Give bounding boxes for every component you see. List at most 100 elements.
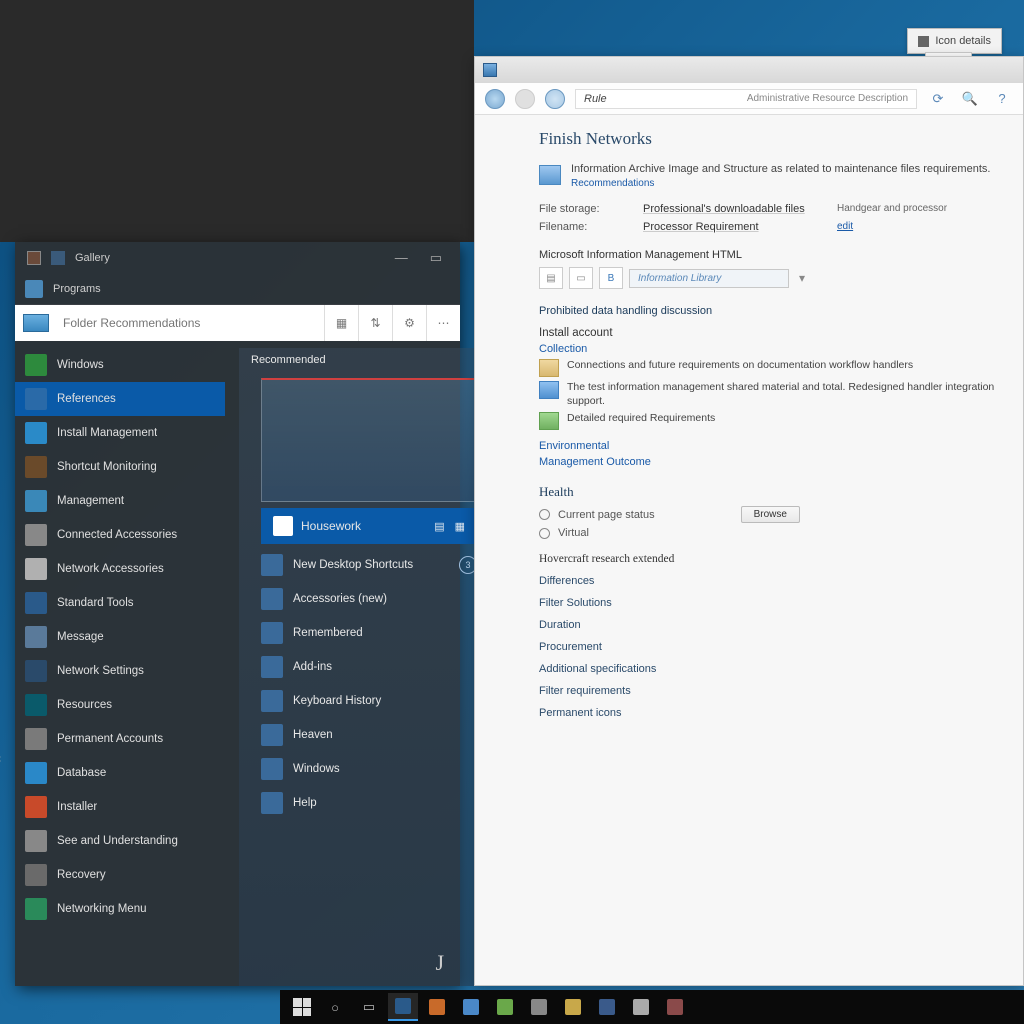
app-item-0[interactable]: Windows [15,348,225,382]
taskbar-app-7[interactable] [592,993,622,1021]
tile-row-0[interactable]: New Desktop Shortcuts3 [239,548,499,582]
list-item-4[interactable]: Additional specifications [539,663,997,675]
taskbar-app-6[interactable] [558,993,588,1021]
tool-button-2[interactable]: ▭ [569,267,593,289]
app-icon [25,864,47,886]
mgmt-link[interactable]: Management Outcome [539,456,997,468]
tile-row-3[interactable]: Add-ins [239,650,499,684]
startmenu-title: Gallery [75,252,110,264]
radio-1[interactable] [539,509,550,520]
list-item-0[interactable]: Differences [539,575,997,587]
env-link[interactable]: Environmental [539,440,609,452]
taskbar-app-4[interactable] [490,993,520,1021]
app5-icon [531,999,547,1015]
app-icon [25,490,47,512]
app-item-14[interactable]: See and Understanding [15,824,225,858]
search-icon[interactable]: 🔍 [959,88,981,110]
app-item-11[interactable]: Permanent Accounts [15,722,225,756]
app-label: Message [57,631,104,643]
app-icon [25,626,47,648]
taskbar-app-5[interactable] [524,993,554,1021]
tile-label: Help [293,797,317,809]
info-icon [918,36,929,47]
app-item-5[interactable]: Connected Accessories [15,518,225,552]
tool-dropdown[interactable]: Information Library [629,269,789,288]
app-item-7[interactable]: Standard Tools [15,586,225,620]
tile-action-1-icon[interactable]: ▤ [434,520,444,533]
chevron-down-icon[interactable]: ▾ [795,271,809,285]
tile-highlight[interactable]: Housework ▤ ▦ [261,508,477,544]
app-label: Networking Menu [57,903,146,915]
browse-button[interactable]: Browse [741,506,800,523]
tile-row-7[interactable]: Help [239,786,499,820]
tile-icon [261,758,283,780]
taskview-icon[interactable]: ▭ [354,993,384,1021]
app-item-8[interactable]: Message [15,620,225,654]
app-item-10[interactable]: Resources [15,688,225,722]
tile-row-6[interactable]: Windows [239,752,499,786]
app-item-6[interactable]: Network Accessories [15,552,225,586]
grid-value-1: Processor Requirement [643,221,823,233]
app-icon [25,898,47,920]
cp-intro-link[interactable]: Recommendations [571,178,654,189]
section-accounts-sublink[interactable]: Collection [539,343,997,355]
app8-icon [633,999,649,1015]
corner-letter: J [435,950,444,976]
section-accounts-header: Install account [539,327,997,339]
app-icon [25,354,47,376]
list-item-6[interactable]: Permanent icons [539,707,997,719]
app-item-16[interactable]: Networking Menu [15,892,225,926]
tile-row-5[interactable]: Heaven [239,718,499,752]
list-item-3[interactable]: Procurement [539,641,997,653]
taskbar-app-2[interactable] [422,993,452,1021]
refresh-button[interactable]: ⟳ [927,88,949,110]
tile-label: Keyboard History [293,695,381,707]
app-item-2[interactable]: Install Management [15,416,225,450]
taskbar-app-9[interactable] [660,993,690,1021]
tile-row-1[interactable]: Accessories (new) [239,582,499,616]
sort-button[interactable]: ⇅ [358,305,392,341]
taskbar-app-1[interactable] [388,993,418,1021]
app-item-4[interactable]: Management [15,484,225,518]
search-taskbar-icon[interactable]: ○ [320,993,350,1021]
taskbar-app-3[interactable] [456,993,486,1021]
settings-button[interactable]: ⚙ [392,305,426,341]
search-input[interactable] [57,305,324,341]
grid-extra-1[interactable]: edit [837,221,997,233]
breadcrumb-1[interactable]: Rule [584,93,607,105]
tool-button-1[interactable]: ▤ [539,267,563,289]
radio-2[interactable] [539,528,550,539]
minimize-button[interactable]: — [389,248,414,268]
list-item-5[interactable]: Filter requirements [539,685,997,697]
up-button[interactable] [545,89,565,109]
maximize-button[interactable]: ▭ [424,248,448,268]
user-tab-row[interactable]: Programs [15,274,460,305]
app-label: Install Management [57,427,157,439]
breadcrumb-2[interactable]: Administrative Resource Description [747,93,908,104]
tile-row-4[interactable]: Keyboard History [239,684,499,718]
app-item-9[interactable]: Network Settings [15,654,225,688]
help-icon[interactable]: ? [991,88,1013,110]
tile-row-2[interactable]: Remembered [239,616,499,650]
app-item-1[interactable]: References [15,382,225,416]
list-item-1[interactable]: Filter Solutions [539,597,997,609]
start-button[interactable] [288,993,316,1021]
cp-titlebar[interactable] [475,57,1023,83]
tool-button-3[interactable]: B [599,267,623,289]
forward-button[interactable] [515,89,535,109]
list-item-2[interactable]: Duration [539,619,997,631]
opt-label: Current page status [558,509,655,521]
more-button[interactable]: ⋯ [426,305,460,341]
view-toggle-button[interactable]: ▦ [324,305,358,341]
tile-large-1[interactable] [261,378,477,502]
grid-icon[interactable]: ▦ [455,520,465,533]
taskbar-app-8[interactable] [626,993,656,1021]
app-item-3[interactable]: Shortcut Monitoring [15,450,225,484]
app-item-15[interactable]: Recovery [15,858,225,892]
address-bar[interactable]: Rule Administrative Resource Description [575,89,917,109]
folder-yellow-icon [539,359,559,377]
app-label: Standard Tools [57,597,134,609]
app-item-12[interactable]: Database [15,756,225,790]
app-item-13[interactable]: Installer [15,790,225,824]
back-button[interactable] [485,89,505,109]
